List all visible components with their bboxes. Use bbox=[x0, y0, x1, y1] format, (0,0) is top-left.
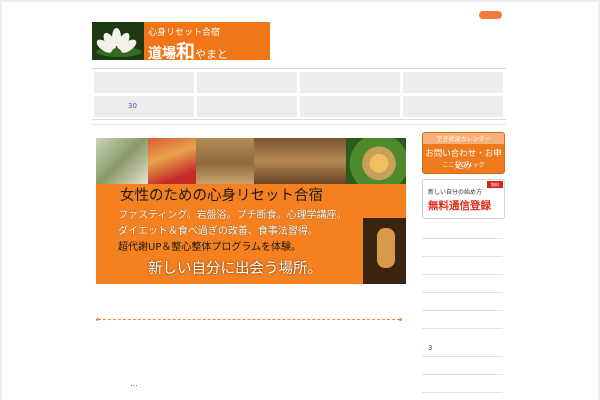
divider bbox=[92, 124, 506, 125]
nav-item-8[interactable] bbox=[403, 96, 503, 117]
nav-number-label[interactable]: 30 bbox=[128, 102, 137, 110]
sidebar-divider bbox=[422, 356, 503, 357]
sidebar-divider bbox=[422, 374, 503, 375]
contact-apply-button[interactable]: 空き状況カレンダー お問い合わせ・お申込み ここをクリック bbox=[422, 132, 505, 174]
nav-item-3[interactable] bbox=[300, 72, 400, 93]
nav-item-4[interactable] bbox=[403, 72, 503, 93]
free-badge: 無料 bbox=[487, 181, 503, 188]
banner-line-2: ダイエット＆食べ過ぎの改善、食事法習得。 bbox=[118, 226, 318, 237]
hero-banner[interactable]: 女性のための心身リセット合宿 ファスティング。岩盤浴。プチ断食。心理学講座。 ダ… bbox=[96, 138, 406, 284]
soup-photo bbox=[346, 138, 406, 184]
sidebar-divider bbox=[422, 328, 503, 329]
sidebar-divider bbox=[422, 256, 503, 257]
banner-line-3: 超代謝UP＆整心整体プログラムを体験。 bbox=[118, 242, 302, 253]
nav-item-6[interactable] bbox=[197, 96, 297, 117]
logo-title-a: 道場 bbox=[148, 46, 176, 60]
free-newsletter-button[interactable]: 無料 新しい自分の始め方 無料通信登録 bbox=[422, 179, 505, 219]
logo-title: 道場和やまと bbox=[148, 37, 228, 60]
sidebar-divider bbox=[422, 392, 503, 393]
sidebar-divider bbox=[422, 274, 503, 275]
lotus-photo bbox=[92, 22, 144, 60]
sidebar-number-label[interactable]: 3 bbox=[428, 344, 432, 352]
nav-item-2[interactable] bbox=[197, 72, 297, 93]
nav-item-5[interactable] bbox=[94, 96, 194, 117]
logo-title-b: やまと bbox=[195, 48, 229, 60]
nav-item-7[interactable] bbox=[300, 96, 400, 117]
sidebar-divider bbox=[422, 292, 503, 293]
click-here-label: ここをクリック bbox=[442, 162, 485, 169]
orange-divider bbox=[96, 318, 402, 321]
banner-line-1: ファスティング。岩盤浴。プチ断食。心理学講座。 bbox=[118, 210, 347, 221]
sidebar-divider bbox=[422, 310, 503, 311]
yoga-photo bbox=[196, 138, 254, 184]
nav-item-1[interactable] bbox=[94, 72, 194, 93]
global-nav bbox=[92, 68, 506, 120]
juice-photo bbox=[148, 138, 196, 184]
newsletter-subtitle: 新しい自分の始め方 bbox=[428, 189, 483, 196]
site-logo[interactable]: 心身リセット合宿 道場和やまと bbox=[92, 22, 270, 60]
newsletter-title: 無料通信登録 bbox=[428, 200, 491, 212]
drinks-photo bbox=[96, 138, 148, 184]
calendar-label: 空き状況カレンダー bbox=[436, 136, 491, 143]
bedrock-bath-photo bbox=[254, 138, 346, 184]
ellipsis-text: … bbox=[130, 379, 138, 388]
sidebar-divider bbox=[422, 238, 503, 239]
header-pill-button[interactable] bbox=[479, 11, 502, 19]
logo-title-big: 和 bbox=[176, 41, 196, 60]
banner-headline: 女性のための心身リセット合宿 bbox=[120, 188, 323, 204]
relaxation-room-photo bbox=[363, 218, 406, 284]
banner-tagline: 新しい自分に出会う場所。 bbox=[148, 261, 322, 277]
